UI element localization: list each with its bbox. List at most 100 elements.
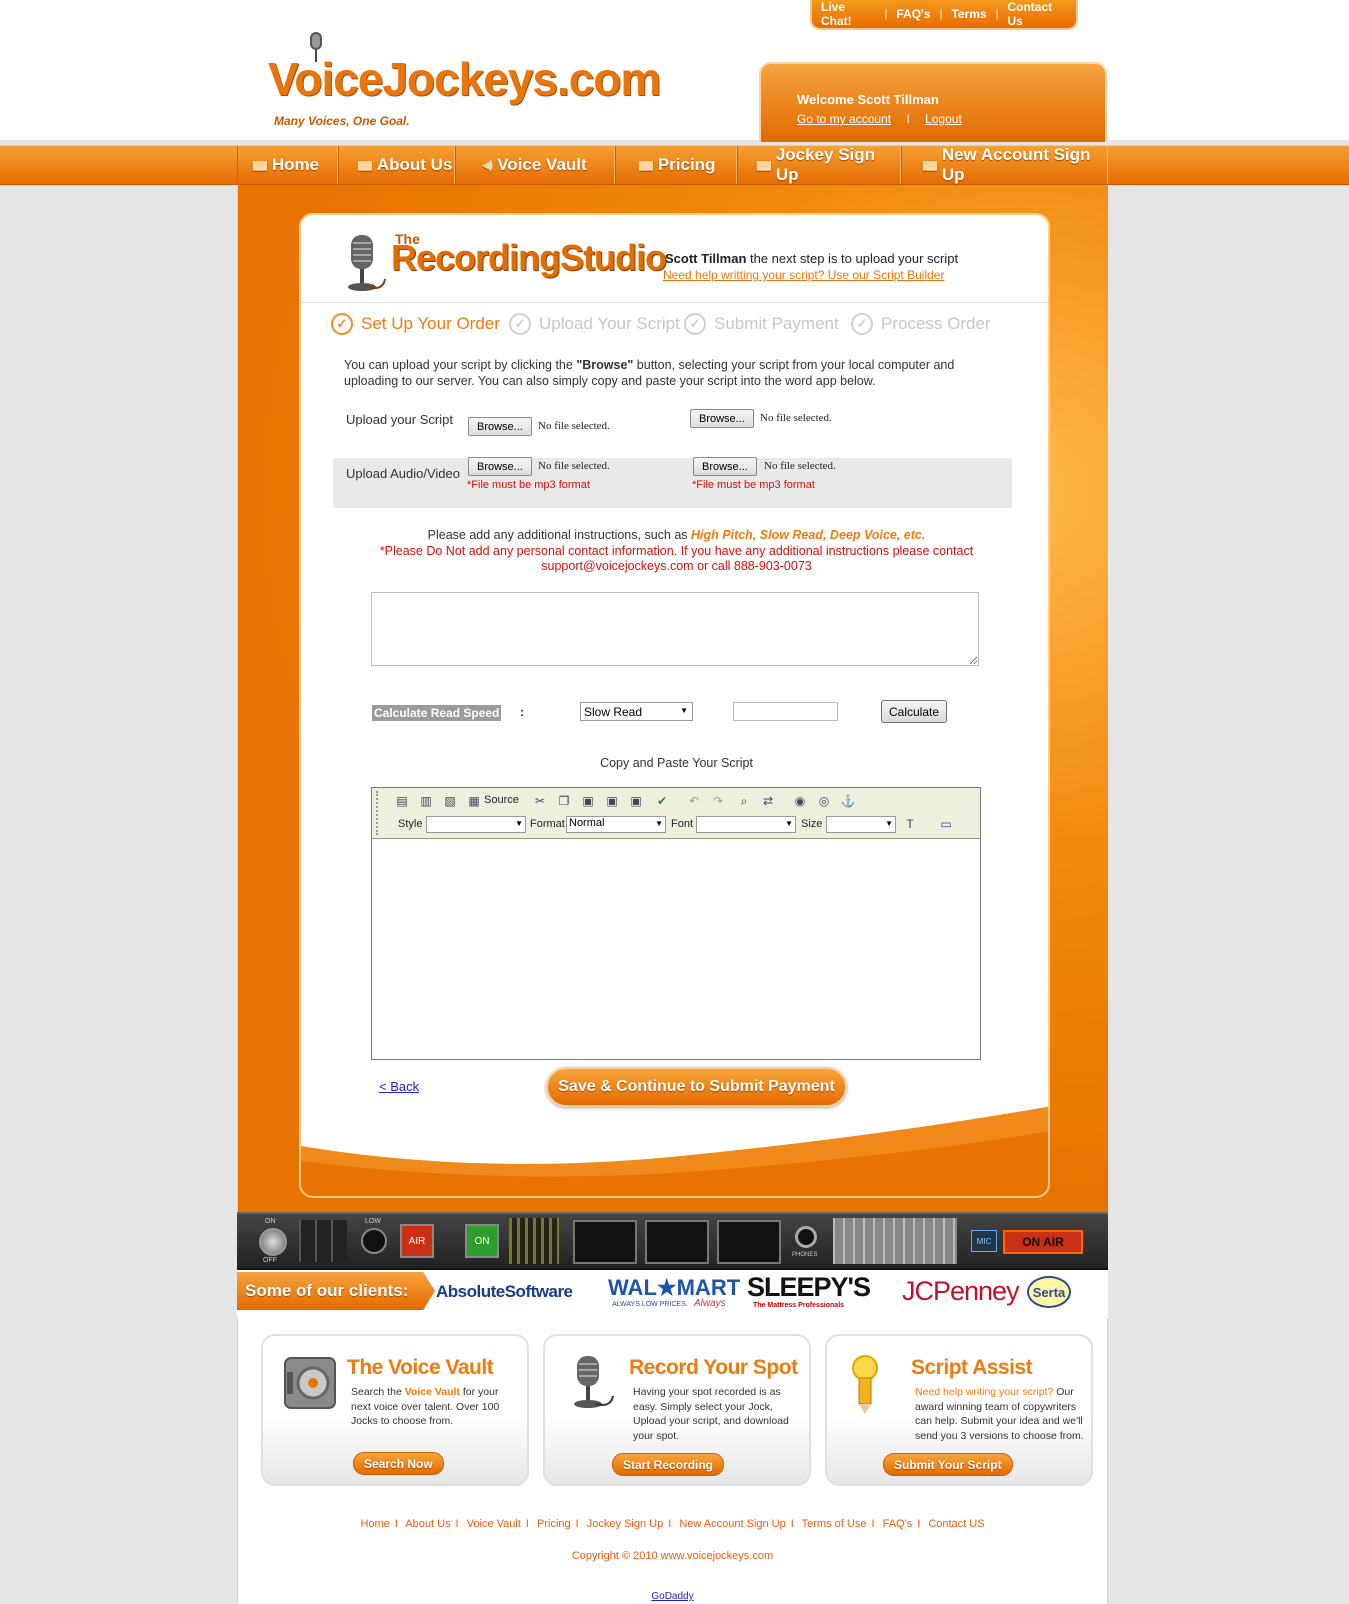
footer-link-voice-vault[interactable]: Voice Vault [467,1518,521,1530]
browse-audio-button-1[interactable]: Browse... [468,457,532,476]
feature-text: Search the Voice Vault for your next voi… [351,1386,500,1427]
checkmark-icon: ✓ [509,313,531,335]
preview-icon[interactable]: ▥ [418,793,434,809]
save-continue-button[interactable]: Save & Continue to Submit Payment [546,1067,847,1107]
screen-2-icon [645,1220,709,1264]
cut-icon[interactable]: ✂ [532,793,548,809]
toggle-switch-icon [259,1228,287,1256]
go-to-account-link[interactable]: Go to my account [797,112,891,126]
godaddy-link[interactable]: GoDaddy [237,1591,1108,1602]
mp3-format-note: *File must be mp3 format [692,479,815,491]
size-select[interactable]: ▼ [826,816,896,833]
welcome-greeting: Welcome Scott Tillman [797,92,939,107]
editor-toolbar: ▤ ▥ ▧ ▦ Source ✂ ❐ ▣ ▣ ▣ ✔ ↶ ↷ ⌕ ⇄ ◉ ◎ ⚓… [372,788,980,839]
spellcheck-icon[interactable]: ✔ [654,793,670,809]
undo-icon[interactable]: ↶ [686,793,702,809]
footer-link-terms[interactable]: Terms of Use [802,1518,867,1530]
calculate-button[interactable]: Calculate [881,700,947,723]
client-walmart-tagline: ALWAYS LOW PRICES. [612,1301,688,1308]
footer-link-jockey-sign-up[interactable]: Jockey Sign Up [587,1518,663,1530]
feature-title: Script Assist [911,1356,1033,1379]
card-wave-decoration [301,1106,1048,1196]
font-select[interactable]: ▼ [696,816,796,833]
contact-us-link[interactable]: Contact Us [998,0,1076,28]
screen-1-icon [573,1220,637,1264]
read-speed-input[interactable] [733,702,838,721]
browse-script-button-1[interactable]: Browse... [468,417,532,436]
no-file-text: No file selected. [764,460,836,472]
format-select[interactable]: Normal ▼ [566,816,666,833]
unlink-icon[interactable]: ◎ [816,793,832,809]
paste-text-icon[interactable]: ▣ [604,793,620,809]
style-select[interactable]: ▼ [426,816,526,833]
console-on-label: ON [265,1218,276,1225]
logo-text: VoiceJockeys.com [268,53,661,105]
studio-console-banner: ON OFF LOW AIR ON PHONES MIC ON AIR [237,1212,1108,1270]
terms-link[interactable]: Terms [942,7,995,21]
studio-user-name: Scott Tillman [665,251,747,266]
footer-link-pricing[interactable]: Pricing [537,1518,571,1530]
console-low-label: LOW [365,1218,381,1225]
new-page-icon[interactable]: ▤ [394,793,410,809]
read-speed-select[interactable]: Slow Read ▼ [580,702,693,721]
templates-icon[interactable]: ▧ [442,793,458,809]
client-sleepys-tagline: The Mattress Professionals [753,1302,845,1309]
page-background-right [1108,183,1349,1604]
replace-icon[interactable]: ⇄ [760,793,776,809]
paste-word-icon[interactable]: ▣ [628,793,644,809]
site-logo[interactable]: VoiceJockeys.com Many Voices, One Goal. [268,30,661,130]
additional-instructions-textarea[interactable] [371,592,979,666]
browse-script-button-2[interactable]: Browse... [690,409,754,428]
feature-script-assist: Script Assist Need help writing your scr… [825,1334,1093,1486]
logout-link[interactable]: Logout [925,112,962,126]
start-recording-button[interactable]: Start Recording [612,1453,725,1476]
footer-link-home[interactable]: Home [360,1518,389,1530]
nav-new-account-sign-up[interactable]: ▮▮▮ New Account Sign Up [901,145,1108,184]
recording-studio-logo: The RecordingStudio [339,229,667,299]
footer-link-faqs[interactable]: FAQ's [883,1518,913,1530]
no-file-text: No file selected. [538,420,610,432]
script-editor[interactable]: ▤ ▥ ▧ ▦ Source ✂ ❐ ▣ ▣ ▣ ✔ ↶ ↷ ⌕ ⇄ ◉ ◎ ⚓… [371,787,981,1060]
copy-icon[interactable]: ❐ [556,793,572,809]
no-file-text: No file selected. [538,460,610,472]
studio-microphone-icon [348,235,386,291]
bars-icon: ▮▮▮ [756,158,772,172]
faqs-link[interactable]: FAQ's [887,7,939,21]
live-chat-link[interactable]: Live Chat! [812,0,885,28]
nav-pricing[interactable]: ▮▮▮ Pricing [615,146,737,184]
source-button[interactable]: Source [484,794,519,806]
dropdown-arrow-icon: ▼ [515,819,523,828]
find-icon[interactable]: ⌕ [736,793,752,809]
source-icon[interactable]: ▦ [466,793,482,809]
back-link[interactable]: < Back [379,1079,419,1094]
browse-audio-button-2[interactable]: Browse... [693,457,757,476]
nav-jockey-sign-up[interactable]: ▮▮▮ Jockey Sign Up [737,145,901,184]
level-meter-icon [509,1218,559,1264]
footer-link-contact-us[interactable]: Contact US [928,1518,984,1530]
pencil-lightbulb-icon [852,1355,878,1414]
step-upload-script: ✓ Upload Your Script [509,313,680,335]
footer-link-new-account[interactable]: New Account Sign Up [679,1518,785,1530]
nav-about-us[interactable]: ▮▮▮ About Us [338,146,455,184]
feature-text: Need help writing your script? Our award… [915,1386,1084,1442]
script-builder-link[interactable]: Need help writting your script? Use our … [663,268,944,282]
submit-your-script-button[interactable]: Submit Your Script [883,1453,1013,1476]
footer-link-about-us[interactable]: About Us [405,1518,450,1530]
search-now-button[interactable]: Search Now [353,1452,444,1475]
toolbar-grip-icon [376,791,382,835]
nav-voice-vault[interactable]: ◀) Voice Vault [455,146,615,184]
paste-script-label: Copy and Paste Your Script [600,756,753,770]
nav-home[interactable]: ▮▮▮ Home [237,146,338,184]
dropdown-arrow-icon: ▼ [885,819,893,828]
studio-message: Scott Tillman the next step is to upload… [665,251,959,266]
text-color-icon[interactable]: T [902,816,918,832]
redo-icon[interactable]: ↷ [710,793,726,809]
studio-title: RecordingStudio [391,237,667,278]
paste-icon[interactable]: ▣ [580,793,596,809]
client-sleepys-logo: SLEEPY'S [747,1272,871,1302]
maximize-icon[interactable]: ▭ [938,816,954,832]
link-icon[interactable]: ◉ [792,793,808,809]
style-label: Style [398,818,423,830]
phones-jack-icon [795,1226,817,1248]
anchor-icon[interactable]: ⚓ [840,793,856,809]
